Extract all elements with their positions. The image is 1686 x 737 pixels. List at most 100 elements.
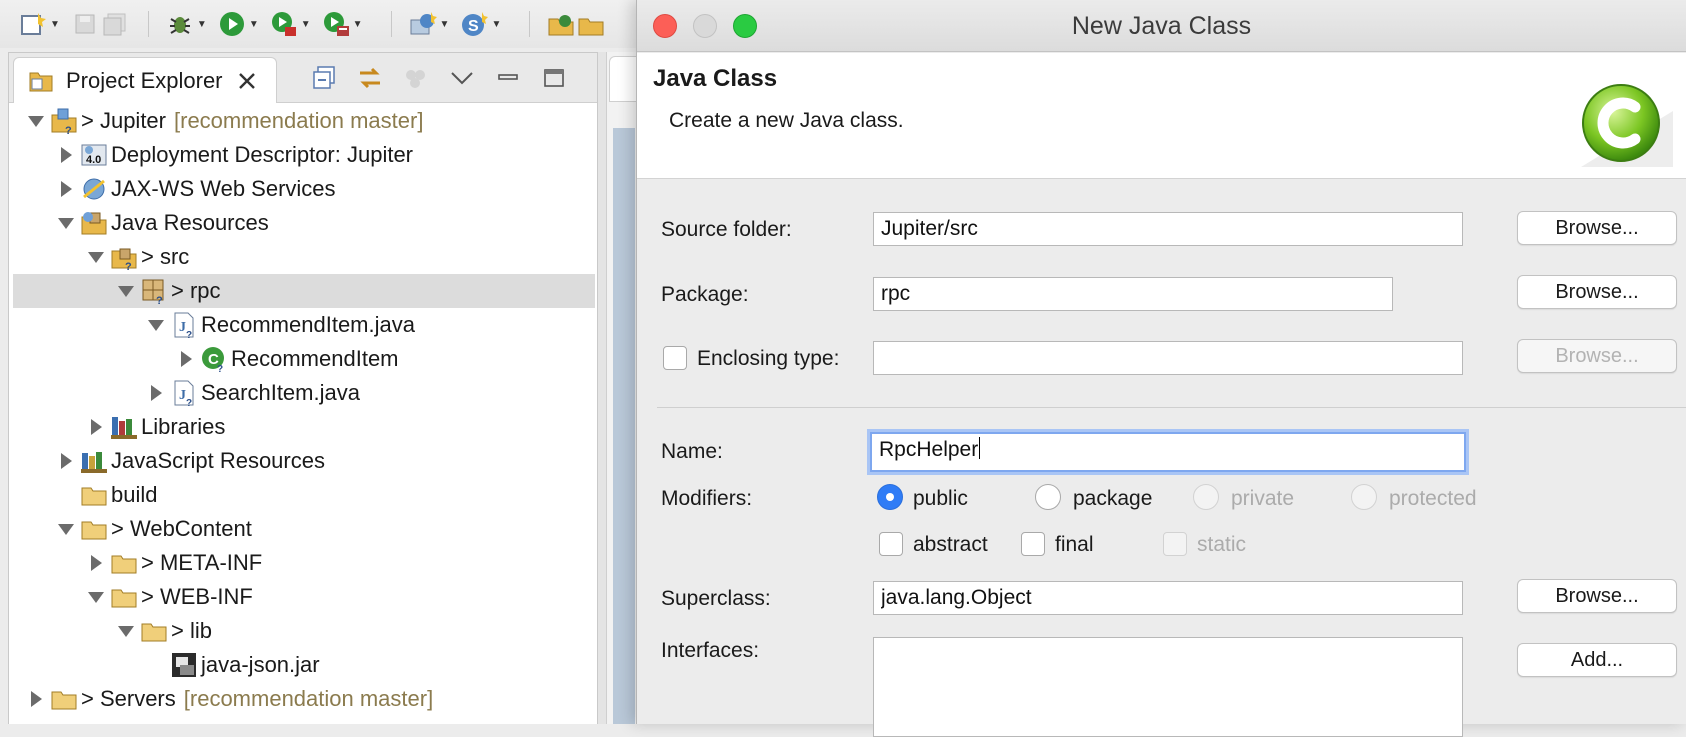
form-separator bbox=[657, 407, 1686, 408]
chevron-right-icon[interactable] bbox=[177, 350, 195, 368]
tree-item[interactable]: C? RecommendItem bbox=[9, 342, 597, 376]
open-type-icon[interactable] bbox=[546, 9, 576, 39]
source-folder-browse-button[interactable]: Browse... bbox=[1517, 211, 1677, 245]
modifier-public-radio[interactable] bbox=[877, 484, 903, 510]
chevron-down-icon[interactable] bbox=[87, 248, 105, 266]
chevron-down-icon[interactable] bbox=[87, 588, 105, 606]
run-server-icon[interactable] bbox=[321, 9, 351, 39]
tree-item-text: > lib bbox=[171, 618, 212, 643]
chevron-right-icon[interactable] bbox=[147, 384, 165, 402]
save-all-icon bbox=[100, 9, 130, 39]
tree-item[interactable]: ? > rpc bbox=[13, 274, 595, 308]
tree-item[interactable]: JavaScript Resources bbox=[9, 444, 597, 478]
chevron-right-icon[interactable] bbox=[27, 690, 45, 708]
tree-item-label: > src bbox=[141, 244, 189, 270]
tree-item[interactable]: Java Resources bbox=[9, 206, 597, 240]
toolbar-separator bbox=[147, 11, 149, 37]
tree-item-text: > META-INF bbox=[141, 550, 263, 575]
collapse-all-icon[interactable] bbox=[309, 63, 339, 93]
web-services-icon bbox=[79, 174, 109, 204]
chevron-down-icon[interactable]: ▼ bbox=[197, 19, 207, 30]
tree-item[interactable]: java-json.jar bbox=[9, 648, 597, 682]
link-with-editor-icon[interactable] bbox=[355, 63, 385, 93]
chevron-right-icon[interactable] bbox=[57, 452, 75, 470]
tree-item[interactable]: > META-INF bbox=[9, 546, 597, 580]
tree-item[interactable]: JAX-WS Web Services bbox=[9, 172, 597, 206]
enclosing-type-label: Enclosing type: bbox=[697, 347, 840, 370]
tree-item-text: Libraries bbox=[141, 414, 226, 439]
chevron-down-icon[interactable] bbox=[147, 316, 165, 334]
chevron-down-icon[interactable] bbox=[57, 214, 75, 232]
run-icon[interactable] bbox=[217, 9, 247, 39]
modifier-abstract-label: abstract bbox=[913, 533, 988, 556]
tree-item-label: RecommendItem.java bbox=[201, 312, 415, 338]
tree-item[interactable]: > WebContent bbox=[9, 512, 597, 546]
svg-text:?: ? bbox=[186, 330, 192, 339]
tree-item-text: SearchItem.java bbox=[201, 380, 360, 405]
tree-item[interactable]: ? > src bbox=[9, 240, 597, 274]
package-browse-button[interactable]: Browse... bbox=[1517, 275, 1677, 309]
modifier-package-radio[interactable] bbox=[1035, 484, 1061, 510]
tree-item[interactable]: Libraries bbox=[9, 410, 597, 444]
tree-item-text: RecommendItem.java bbox=[201, 312, 415, 337]
maximize-icon[interactable] bbox=[539, 63, 569, 93]
tree-item[interactable]: > lib bbox=[9, 614, 597, 648]
tree-item[interactable]: > WEB-INF bbox=[9, 580, 597, 614]
dialog-title: New Java Class bbox=[1071, 12, 1252, 40]
svg-text:?: ? bbox=[65, 125, 72, 135]
chevron-down-icon[interactable] bbox=[117, 622, 135, 640]
interfaces-list[interactable] bbox=[873, 637, 1463, 737]
new-wizard-icon[interactable] bbox=[18, 9, 48, 39]
chevron-down-icon[interactable]: ▼ bbox=[440, 19, 450, 30]
editor-ruler bbox=[613, 128, 635, 724]
source-folder-input[interactable] bbox=[873, 212, 1463, 246]
chevron-down-icon[interactable]: ▼ bbox=[249, 19, 259, 30]
chevron-right-icon[interactable] bbox=[57, 180, 75, 198]
chevron-down-icon[interactable] bbox=[117, 282, 135, 300]
chevron-down-icon[interactable] bbox=[27, 112, 45, 130]
name-input[interactable]: RpcHelper bbox=[870, 432, 1466, 472]
chevron-down-icon[interactable] bbox=[57, 520, 75, 538]
modifier-private-label: private bbox=[1231, 487, 1295, 510]
tree-item[interactable]: ? > Jupiter [recommendation master] bbox=[9, 104, 597, 138]
tree-item-text: JAX-WS Web Services bbox=[111, 176, 336, 201]
modifier-protected-label: protected bbox=[1389, 487, 1477, 510]
filter-icon bbox=[401, 63, 431, 93]
tree-item[interactable]: J? SearchItem.java bbox=[9, 376, 597, 410]
superclass-browse-button[interactable]: Browse... bbox=[1517, 579, 1677, 613]
tree-item-label: JAX-WS Web Services bbox=[111, 176, 336, 202]
toolbar-separator bbox=[529, 11, 531, 37]
wizard-page-title: Java Class bbox=[653, 65, 778, 92]
superclass-input[interactable] bbox=[873, 581, 1463, 615]
add-interface-button[interactable]: Add... bbox=[1517, 643, 1677, 677]
java-file-icon: J? bbox=[169, 378, 199, 408]
chevron-right-icon[interactable] bbox=[87, 418, 105, 436]
close-icon[interactable] bbox=[237, 71, 257, 91]
run-coverage-icon[interactable] bbox=[269, 9, 299, 39]
chevron-right-icon[interactable] bbox=[57, 146, 75, 164]
modifier-final-checkbox[interactable] bbox=[1021, 532, 1045, 556]
chevron-right-icon[interactable] bbox=[87, 554, 105, 572]
git-branch-decoration: [recommendation master] bbox=[183, 686, 434, 711]
chevron-down-icon[interactable]: ▼ bbox=[353, 19, 363, 30]
tree-item[interactable]: J? RecommendItem.java bbox=[9, 308, 597, 342]
new-service-icon[interactable]: S bbox=[459, 9, 489, 39]
open-task-icon[interactable] bbox=[576, 9, 606, 39]
new-web-project-icon[interactable] bbox=[408, 9, 438, 39]
view-menu-chevron-down-icon[interactable] bbox=[447, 63, 477, 93]
debug-icon[interactable] bbox=[165, 9, 195, 39]
minimize-icon[interactable] bbox=[493, 63, 523, 93]
modifier-abstract-checkbox[interactable] bbox=[879, 532, 903, 556]
tree-item[interactable]: > Servers [recommendation master] bbox=[9, 682, 597, 716]
tab-project-explorer[interactable]: Project Explorer bbox=[13, 57, 277, 103]
tree-item-label: > META-INF bbox=[141, 550, 262, 576]
chevron-down-icon[interactable]: ▼ bbox=[491, 19, 501, 30]
tree-item[interactable]: build bbox=[9, 478, 597, 512]
chevron-down-icon[interactable]: ▼ bbox=[50, 19, 60, 30]
package-input[interactable] bbox=[873, 277, 1393, 311]
chevron-down-icon[interactable]: ▼ bbox=[301, 19, 311, 30]
enclosing-type-checkbox[interactable] bbox=[663, 346, 687, 370]
view-splitter[interactable] bbox=[598, 52, 606, 724]
tree-item[interactable]: 4.0 Deployment Descriptor: Jupiter bbox=[9, 138, 597, 172]
source-folder-icon: ? bbox=[109, 242, 139, 272]
